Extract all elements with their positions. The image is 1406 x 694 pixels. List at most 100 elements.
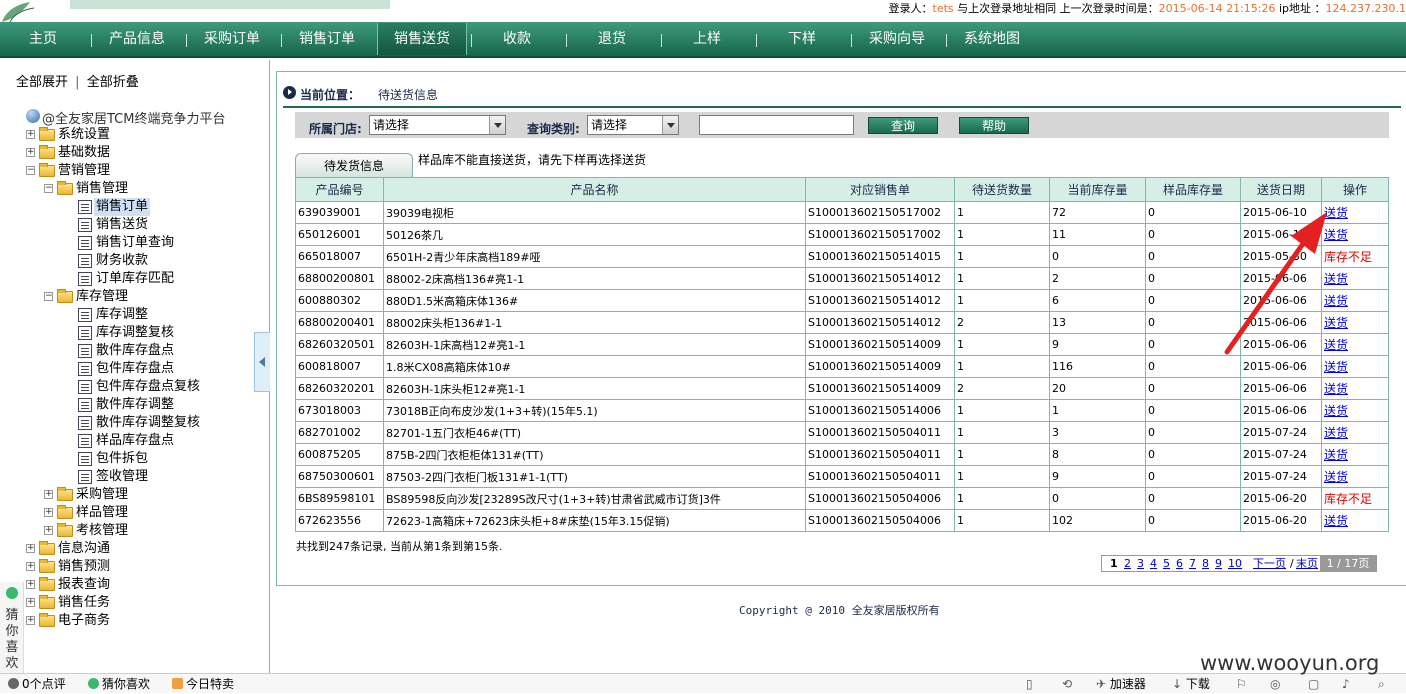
nav-separator: [566, 34, 567, 47]
top-header: 登录人：tets 与上次登录地址相同 上一次登录时间是：2015-06-14 2…: [0, 0, 1406, 22]
deliver-link[interactable]: 送货: [1324, 448, 1348, 462]
deliver-link[interactable]: 送货: [1324, 514, 1348, 528]
comments-item[interactable]: 0个点评: [8, 674, 66, 694]
accelerator-item[interactable]: ✈ 加速器: [1096, 674, 1146, 694]
cell-delivery-date: 2015-06-06: [1240, 377, 1322, 400]
cell-product-code: 68260320201: [295, 377, 384, 400]
nav-purchase-order[interactable]: 采购订单: [189, 22, 275, 56]
download-item[interactable]: ↓ 下载: [1172, 674, 1210, 694]
col-sales-order: 对应销售单: [805, 177, 955, 202]
expand-icon[interactable]: +: [26, 562, 35, 571]
next-page-link[interactable]: 下一页: [1253, 556, 1286, 571]
nav-separator: [91, 34, 92, 47]
today-deals-item[interactable]: 今日特卖: [172, 674, 234, 694]
refresh-icon[interactable]: ⟲: [1062, 674, 1072, 694]
page-link[interactable]: 3: [1137, 556, 1144, 571]
collapse-all-link[interactable]: 全部折叠: [87, 75, 139, 90]
page-link[interactable]: 2: [1124, 556, 1131, 571]
expand-icon[interactable]: +: [44, 490, 53, 499]
expand-icon[interactable]: +: [26, 148, 35, 157]
expand-all-link[interactable]: 全部展开: [16, 75, 68, 90]
cell-current-stock: 102: [1049, 509, 1146, 532]
cell-product-code: 68260320501: [295, 333, 384, 356]
nav-sales-order[interactable]: 销售订单: [284, 22, 370, 56]
folder-icon: [39, 577, 55, 591]
tree-node-label: 包件库存盘点: [96, 361, 175, 376]
page-icon: [78, 236, 92, 250]
expand-icon[interactable]: +: [26, 130, 35, 139]
window-icon[interactable]: ▢: [1308, 674, 1319, 694]
collapse-icon[interactable]: −: [26, 166, 35, 175]
nav-product-info[interactable]: 产品信息: [94, 22, 180, 56]
tab-pending-delivery[interactable]: 待发货信息: [295, 153, 413, 177]
query-input[interactable]: [699, 115, 854, 135]
page-icon: [78, 344, 92, 358]
deliver-link[interactable]: 送货: [1324, 470, 1348, 484]
filter-bar: 所属门店: 请选择 查询类别: 请选择 查询 帮助: [295, 112, 1389, 138]
deliver-link[interactable]: 送货: [1324, 426, 1348, 440]
last-page-link[interactable]: 末页: [1296, 556, 1318, 571]
expand-icon[interactable]: +: [44, 508, 53, 517]
deliver-link[interactable]: 送货: [1324, 360, 1348, 374]
page-link[interactable]: 10: [1228, 556, 1242, 571]
folder-icon: [39, 613, 55, 627]
help-button[interactable]: 帮助: [959, 117, 1029, 134]
guess-item[interactable]: 猜你喜欢: [88, 674, 150, 694]
tree-node-label: 考核管理: [76, 523, 129, 538]
store-select[interactable]: 请选择: [369, 115, 506, 135]
download-label: 下载: [1185, 677, 1210, 691]
nav-receipt[interactable]: 收款: [474, 22, 560, 56]
sidebar-collapse-button[interactable]: [254, 332, 270, 392]
table-row: 672623556 72623-1高箱床+72623床头柜+8#床垫(15年3.1…: [295, 509, 1389, 532]
folder-icon: [57, 523, 73, 537]
page-icon: [78, 254, 92, 268]
cell-sales-order: S100013602150514012: [805, 289, 955, 312]
folder-icon: [39, 127, 55, 141]
query-button[interactable]: 查询: [868, 117, 938, 134]
collapse-icon[interactable]: −: [44, 292, 53, 301]
phone-icon[interactable]: ▯: [1026, 674, 1033, 694]
cell-action: 库存不足: [1321, 487, 1389, 510]
cell-action: 送货: [1321, 465, 1389, 488]
expand-icon[interactable]: +: [26, 598, 35, 607]
page-link[interactable]: 7: [1189, 556, 1196, 571]
dropdown-arrow-icon[interactable]: [662, 116, 678, 134]
guess-icon: [6, 587, 18, 599]
nav-sample-up[interactable]: 上样: [664, 22, 750, 56]
cell-current-stock: 0: [1049, 245, 1146, 268]
cell-product-code: 68750300601: [295, 465, 384, 488]
page-link[interactable]: 9: [1215, 556, 1222, 571]
deliver-link[interactable]: 送货: [1324, 404, 1348, 418]
volume-icon[interactable]: ♪: [1342, 674, 1350, 694]
page-link[interactable]: 6: [1176, 556, 1183, 571]
collapse-icon[interactable]: −: [44, 184, 53, 193]
tree-root[interactable]: @全友家居TCM终端竞争力平台: [42, 108, 225, 127]
nav-purchase-guide[interactable]: 采购向导: [854, 22, 940, 56]
arrow-right-circle-icon: [283, 86, 296, 99]
page-link[interactable]: 8: [1202, 556, 1209, 571]
guess-you-like-widget[interactable]: 猜你喜欢: [0, 582, 24, 673]
flag-icon[interactable]: ⚐: [1236, 674, 1247, 694]
nav-sales-delivery[interactable]: 销售送货: [377, 23, 467, 55]
expand-icon[interactable]: +: [26, 580, 35, 589]
expand-icon[interactable]: +: [26, 544, 35, 553]
nav-sample-down[interactable]: 下样: [759, 22, 845, 56]
sidebar: 全部展开 | 全部折叠 @全友家居TCM终端竞争力平台 + 系统设置 + 基础数据 …: [0, 60, 270, 673]
page-icon: [78, 362, 92, 376]
nav-site-map[interactable]: 系统地图: [949, 22, 1035, 56]
cell-sample-stock: 0: [1145, 443, 1241, 466]
deliver-link[interactable]: 送货: [1324, 382, 1348, 396]
expand-icon[interactable]: +: [44, 526, 53, 535]
browser-icon[interactable]: ◎: [1270, 674, 1280, 694]
cell-product-name: 50126茶几: [383, 223, 806, 246]
page-link[interactable]: 4: [1150, 556, 1157, 571]
nav-return[interactable]: 退货: [569, 22, 655, 56]
zoom-icon[interactable]: ⌕: [1378, 674, 1385, 694]
expand-icon[interactable]: +: [26, 616, 35, 625]
tree-node-label: 销售订单: [94, 198, 151, 216]
dropdown-arrow-icon[interactable]: [489, 116, 505, 134]
col-product-code: 产品编号: [295, 177, 384, 202]
page-link[interactable]: 5: [1163, 556, 1170, 571]
query-type-select[interactable]: 请选择: [587, 115, 679, 135]
nav-home[interactable]: 主页: [0, 22, 86, 56]
